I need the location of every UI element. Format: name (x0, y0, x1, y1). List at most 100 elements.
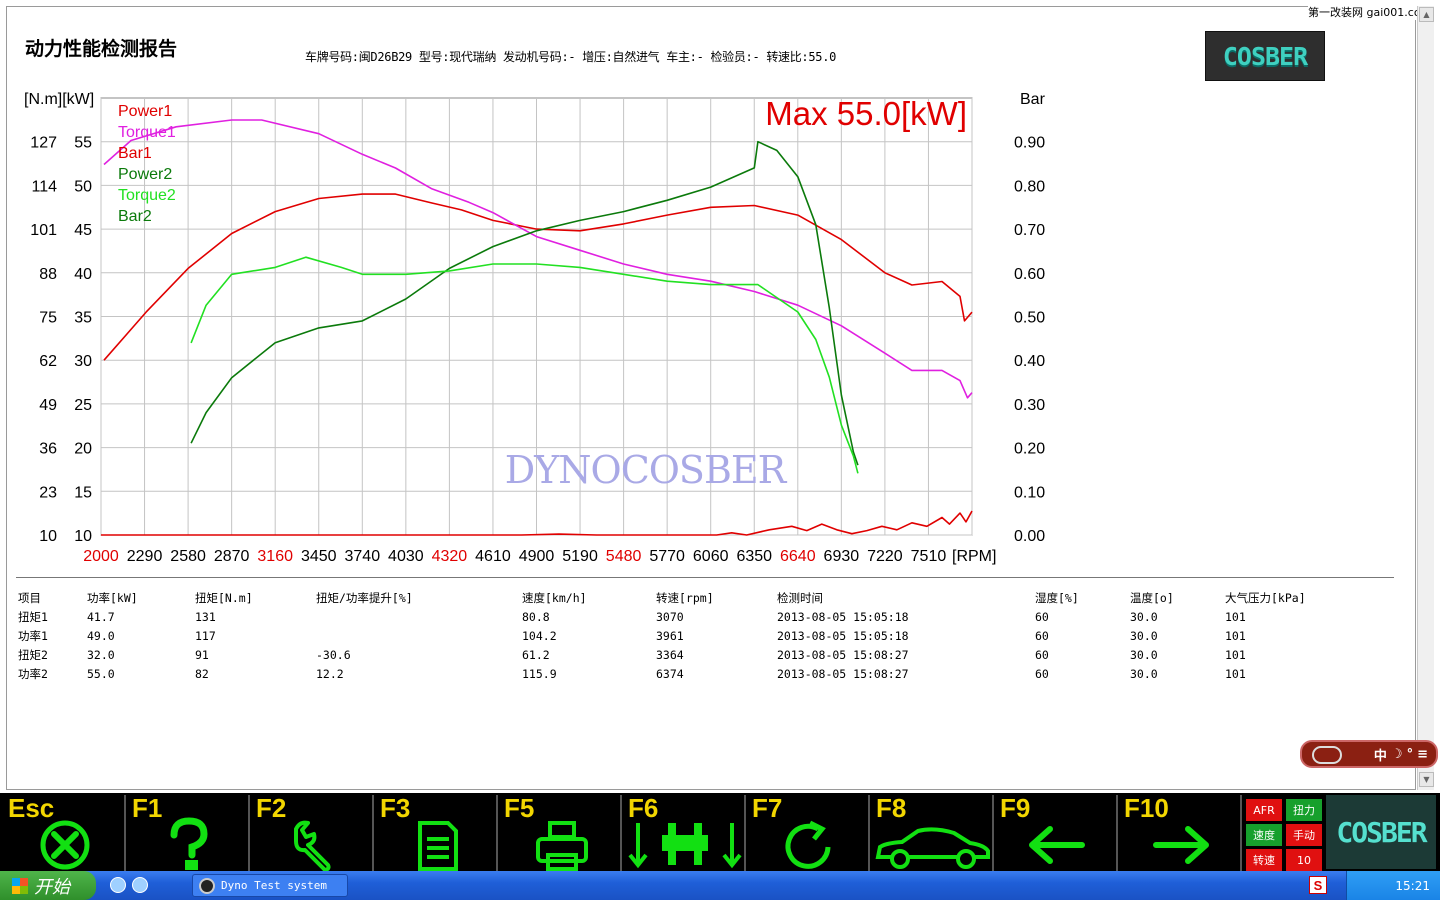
function-key-bar: Esc F1 F2 F3 F5 F6 F7 F8 F9 F10 AFR 扭力 速度手… (0, 793, 1440, 871)
rpm-tick-label: 5770 (649, 548, 685, 565)
fkey-f8-button[interactable]: F8 (872, 793, 994, 871)
results-cell: 30.0 (1130, 647, 1158, 662)
scroll-up-button[interactable]: ▲ (1419, 7, 1434, 22)
results-cell: 2013-08-05 15:05:18 (777, 609, 909, 624)
scroll-down-button[interactable]: ▼ (1419, 772, 1434, 787)
fkey-f3-button[interactable]: F3 (376, 793, 498, 871)
ime-menu-icon[interactable]: ≡ (1417, 747, 1428, 762)
mode-button[interactable]: 速度 (1246, 824, 1282, 846)
taskbar: 开始 Dyno Test system S 15:21 (0, 871, 1440, 900)
results-cell: 60 (1035, 647, 1049, 662)
fkey-esc-button[interactable]: Esc (4, 793, 126, 871)
mode-button[interactable]: 10 (1286, 849, 1322, 871)
clock[interactable]: 15:21 (1395, 879, 1430, 893)
results-cell: 117 (195, 628, 216, 643)
results-cell: 60 (1035, 609, 1049, 624)
legend-torque1: Torque1 (118, 124, 176, 141)
rpm-tick-label: 2870 (214, 548, 250, 565)
fkey-f7-button[interactable]: F7 (748, 793, 870, 871)
kw-tick-label: 30 (74, 353, 92, 370)
results-cell: 6374 (656, 666, 684, 681)
arrow-left-icon (1029, 826, 1085, 864)
results-cell: 60 (1035, 628, 1049, 643)
fkey-f10-button[interactable]: F10 (1120, 793, 1242, 871)
results-cell: 3364 (656, 647, 684, 662)
results-cell: 扭矩2 (18, 647, 48, 662)
rpm-tick-label: 4900 (519, 548, 555, 565)
ime-punct-icon[interactable]: ° (1407, 747, 1414, 762)
arrow-right-icon (1153, 826, 1209, 864)
results-cell: 101 (1225, 647, 1246, 662)
left-axis-unit-label: [N.m][kW] (24, 91, 94, 108)
torque-tick-label: 49 (39, 397, 57, 414)
fkey-f6-button[interactable]: F6 (624, 793, 746, 871)
wrench-icon (294, 820, 331, 871)
taskbar-window-dyno[interactable]: Dyno Test system (192, 874, 348, 897)
kw-tick-label: 10 (74, 528, 92, 545)
bar-tick-label: 0.60 (1014, 266, 1045, 283)
rpm-tick-label: 6930 (824, 548, 860, 565)
chart-watermark: DYNOCOSBER (505, 448, 788, 492)
results-header-cell: 检测时间 (777, 590, 823, 605)
results-cell: 104.2 (522, 628, 557, 643)
bar-tick-label: 0.20 (1014, 441, 1045, 458)
ime-logo-icon (1312, 746, 1342, 764)
quicklaunch-icon[interactable] (132, 877, 148, 893)
fkey-f5-button[interactable]: F5 (500, 793, 622, 871)
legend-torque2: Torque2 (118, 187, 176, 204)
ime-toolbar[interactable]: 中 ☽ ° ≡ (1300, 740, 1438, 768)
dyno-app-icon (199, 878, 215, 894)
ime-tray-icon[interactable]: S (1309, 876, 1327, 894)
results-cell: 41.7 (87, 609, 115, 624)
vertical-scrollbar[interactable]: ▲ ▼ (1417, 6, 1434, 790)
mode-button[interactable]: 转速 (1246, 849, 1282, 871)
legend-bar2: Bar2 (118, 208, 152, 225)
help-icon (170, 817, 208, 870)
results-header-cell: 项目 (18, 590, 41, 605)
rpm-tick-label: 2290 (127, 548, 163, 565)
fkey-f2-button[interactable]: F2 (252, 793, 374, 871)
mode-button[interactable]: AFR (1246, 799, 1282, 821)
start-button[interactable]: 开始 (0, 871, 96, 900)
results-cell: 101 (1225, 609, 1246, 624)
start-label: 开始 (34, 876, 70, 898)
results-cell: 2013-08-05 15:08:27 (777, 647, 909, 662)
results-header-cell: 大气压力[kPa] (1225, 590, 1306, 605)
results-header-row: 项目 功率[kW] 扭矩[N.m] 扭矩/功率提升[%] 速度[km/h] 转速[rpm]… (18, 588, 1345, 607)
results-cell: 60 (1035, 666, 1049, 681)
rpm-tick-label: 7220 (867, 548, 903, 565)
mode-button[interactable]: 扭力 (1286, 799, 1322, 821)
rpm-tick-label: 6350 (736, 548, 772, 565)
torque-tick-label: 88 (39, 266, 57, 283)
torque-tick-label: 10 (39, 528, 57, 545)
results-cell: 30.0 (1130, 628, 1158, 643)
fkey-f1-button[interactable]: F1 (128, 793, 250, 871)
torque-tick-label: 23 (39, 484, 57, 501)
ime-moon-icon[interactable]: ☽ (1391, 747, 1403, 762)
kw-tick-label: 15 (74, 484, 92, 501)
legend-power1: Power1 (118, 103, 172, 120)
rpm-tick-label: 2000 (83, 548, 119, 565)
torque-tick-label: 75 (39, 310, 57, 327)
results-table: 项目 功率[kW] 扭矩[N.m] 扭矩/功率提升[%] 速度[km/h] 转速[rpm]… (18, 588, 1345, 683)
max-power-label: Max 55.0[kW] (765, 95, 967, 132)
bar-tick-label: 0.00 (1014, 528, 1045, 545)
torque-tick-label: 127 (30, 135, 57, 152)
kw-tick-label: 45 (74, 222, 92, 239)
fkey-f9-button[interactable]: F9 (996, 793, 1118, 871)
document-icon (418, 821, 458, 871)
results-body: 扭矩1 41.7 131 80.8 3070 2013-08-05 15:05:18 60 3… (18, 607, 1345, 683)
close-circle-icon (40, 820, 90, 870)
ime-language-label[interactable]: 中 (1374, 745, 1387, 764)
ie-icon[interactable] (110, 877, 126, 893)
results-cell: 功率1 (18, 628, 48, 643)
results-row: 功率1 49.0 117 104.2 3961 2013-08-05 15:05:18 60… (18, 626, 1345, 645)
torque-tick-label: 36 (39, 441, 57, 458)
mode-button[interactable]: 手动 (1286, 824, 1322, 846)
results-cell: 131 (195, 609, 216, 624)
rpm-tick-label: 6640 (780, 548, 816, 565)
results-header-cell: 扭矩[N.m] (195, 590, 253, 605)
results-cell: 30.0 (1130, 666, 1158, 681)
results-cell: 3070 (656, 609, 684, 624)
kw-tick-label: 55 (74, 135, 92, 152)
